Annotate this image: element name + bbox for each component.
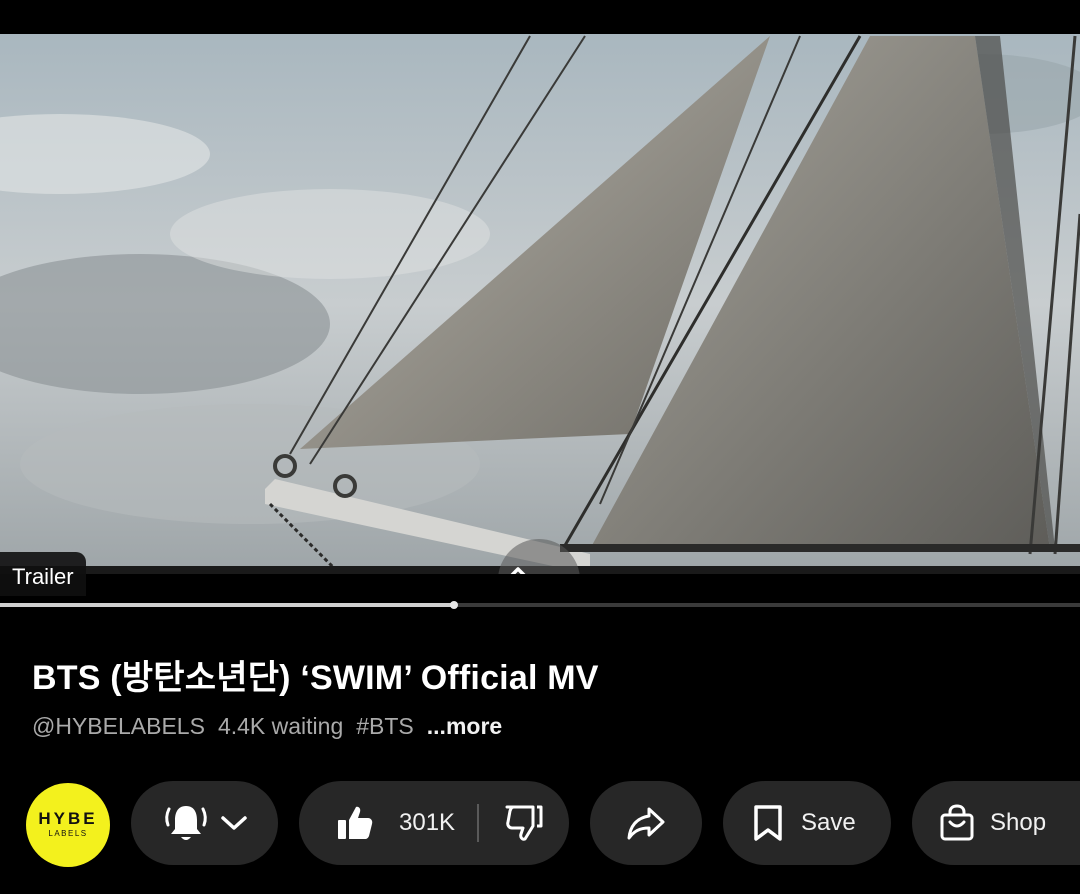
channel-avatar[interactable]: HYBE LABELS <box>26 783 110 867</box>
share-button[interactable] <box>590 781 702 865</box>
like-button[interactable]: 301K <box>335 803 455 843</box>
shop-button[interactable]: Shop <box>912 781 1080 865</box>
progress-bar[interactable] <box>0 601 1080 609</box>
share-icon <box>627 807 665 840</box>
waiting-count: 4.4K waiting <box>217 713 344 739</box>
progress-scrubber[interactable] <box>449 601 458 609</box>
avatar-logo-line2: LABELS <box>48 829 88 838</box>
like-dislike-group: 301K <box>299 781 569 865</box>
more-button[interactable]: ...more <box>427 713 502 740</box>
trailer-badge: Trailer <box>0 552 86 596</box>
trailer-label: Trailer <box>12 564 74 589</box>
like-count: 301K <box>399 809 456 836</box>
video-title: BTS (방탄소년단) ‘SWIM’ Official MV <box>32 659 599 697</box>
bell-ringing-icon <box>165 806 207 840</box>
progress-bar-fill <box>0 603 454 607</box>
video-meta[interactable]: @HYBELABELS 4.4K waiting #BTS ...more <box>32 713 502 740</box>
like-divider <box>477 804 480 842</box>
save-button[interactable]: Save <box>723 781 891 865</box>
chevron-down-icon <box>221 816 247 830</box>
bookmark-icon <box>754 805 782 841</box>
status-area <box>0 0 1080 34</box>
video-player[interactable] <box>0 34 1080 574</box>
chevron-up-icon <box>510 567 526 574</box>
thumbs-up-icon <box>338 806 373 839</box>
notification-button[interactable] <box>131 781 278 865</box>
channel-handle[interactable]: @HYBELABELS <box>32 713 205 740</box>
dislike-button[interactable] <box>503 803 543 843</box>
shop-label: Shop <box>990 809 1047 836</box>
save-label: Save <box>801 809 856 836</box>
video-frame-sailboat <box>0 34 1080 574</box>
thumbs-down-icon <box>505 805 543 841</box>
avatar-logo-line1: HYBE <box>38 809 98 828</box>
hashtag-link[interactable]: #BTS <box>356 713 414 740</box>
action-bar: HYBE LABELS 301K Save Shop <box>0 780 1080 868</box>
shopping-bag-icon <box>940 804 974 841</box>
